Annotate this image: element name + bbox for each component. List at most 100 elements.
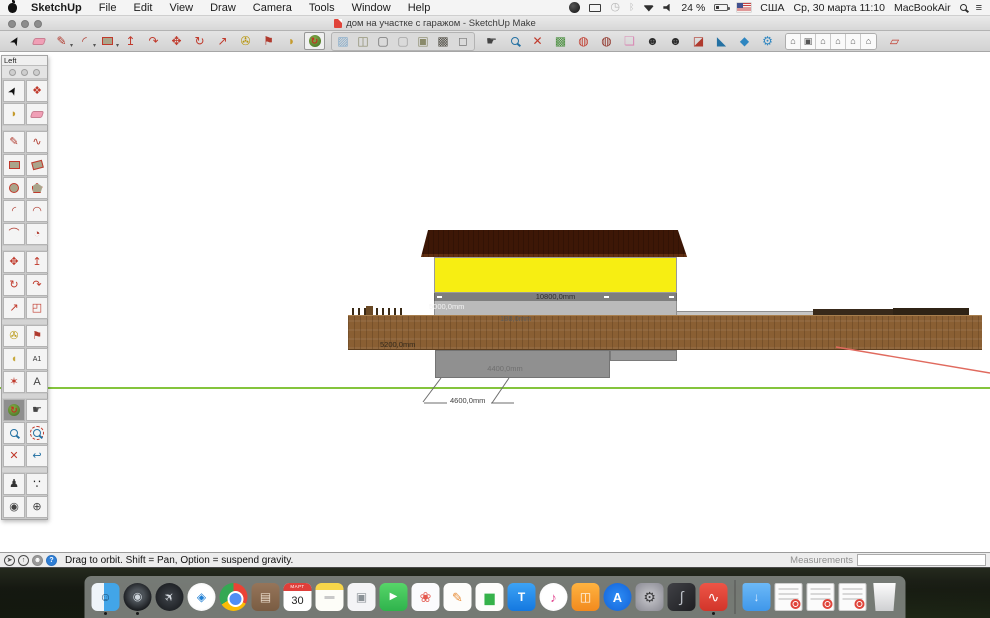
tool-paint-bucket[interactable]: ◗ — [3, 103, 25, 125]
shaded-tool-icon[interactable]: ▣ — [413, 32, 433, 50]
warehouse-share-tool-icon[interactable]: ◍ — [596, 32, 617, 50]
dock-item-skp-file-3[interactable] — [838, 578, 868, 616]
dock-item-contacts[interactable]: ▤ — [251, 578, 281, 616]
dropdown-caret-icon[interactable]: ▾ — [70, 43, 73, 49]
device-name[interactable]: MacBookAir — [894, 2, 951, 14]
palette-zoom-button[interactable] — [33, 69, 40, 76]
move-tool-icon[interactable]: ✥ — [166, 32, 187, 50]
iso-view-button[interactable]: ⌂ — [786, 34, 801, 49]
dock-item-sketchup[interactable]: ∿ — [699, 578, 729, 616]
eraser-tool-icon[interactable] — [28, 32, 49, 50]
tool-zoom-window[interactable] — [26, 422, 48, 444]
dock-item-pages[interactable]: ✎ — [443, 578, 473, 616]
dock-item-calendar[interactable]: МАРТ30 — [283, 578, 313, 616]
dock-item-trash[interactable] — [870, 578, 900, 616]
line-tool-icon[interactable]: ✎▾ — [51, 32, 72, 50]
tool-dimension[interactable]: ⚑ — [26, 325, 48, 347]
dimension-tool-icon[interactable]: ⚑ — [258, 32, 279, 50]
help-status-icon[interactable]: ? — [46, 555, 57, 566]
dock-item-skp-file-1[interactable] — [774, 578, 804, 616]
account-status-icon[interactable]: ☻ — [32, 555, 43, 566]
tool-turn[interactable]: ⊕ — [26, 496, 48, 518]
flag-icon[interactable] — [737, 3, 751, 12]
tool-arc[interactable]: ◜ — [3, 200, 25, 222]
tool-freehand[interactable]: ∿ — [26, 131, 48, 153]
dock-item-launchpad[interactable]: ✈ — [155, 578, 185, 616]
tool-axes[interactable]: ✶ — [3, 371, 25, 393]
scale-tool-icon[interactable]: ↗ — [212, 32, 233, 50]
rotate-tool-icon[interactable]: ↻ — [189, 32, 210, 50]
window-title-bar[interactable]: дом на участке с гаражом - SketchUp Make — [0, 16, 990, 31]
dock-item-photos[interactable]: ❀ — [411, 578, 441, 616]
component-options-tool-icon[interactable]: ◪ — [688, 32, 709, 50]
dock-item-utilities-app[interactable]: ▣ — [347, 578, 377, 616]
add-location-tool-icon[interactable]: ▩ — [550, 32, 571, 50]
menu-edit[interactable]: Edit — [133, 2, 152, 14]
right-view-button[interactable]: ⌂ — [831, 34, 846, 49]
battery-icon[interactable] — [714, 4, 728, 11]
dock-item-skp-file-2[interactable] — [806, 578, 836, 616]
volume-icon[interactable] — [663, 4, 672, 12]
dock-item-app-store[interactable]: A — [603, 578, 633, 616]
tool-scale[interactable]: ↗ — [3, 297, 25, 319]
components-tool-icon[interactable]: ◆ — [734, 32, 755, 50]
menu-window[interactable]: Window — [352, 2, 391, 14]
hidden-line-tool-icon[interactable]: ▢ — [393, 32, 413, 50]
tool-select[interactable]: ➤ — [3, 80, 25, 102]
dock-item-chrome[interactable] — [219, 578, 249, 616]
tool-circle[interactable] — [3, 177, 25, 199]
model-foundation-step[interactable] — [610, 350, 677, 361]
front-view-button[interactable]: ⌂ — [816, 34, 831, 49]
push-pull-tool-icon[interactable]: ↥ — [120, 32, 141, 50]
tool-pan[interactable]: ☛ — [26, 399, 48, 421]
dock-item-itunes[interactable]: ♪ — [539, 578, 569, 616]
rectangle-tool-icon[interactable]: ▾ — [97, 32, 118, 50]
dock-item-system-preferences[interactable]: ⚙ — [635, 578, 665, 616]
clock-icon[interactable]: ◷ — [610, 2, 620, 13]
tape-measure-tool-icon[interactable]: ✇ — [235, 32, 256, 50]
tool-rotate[interactable]: ↻ — [3, 274, 25, 296]
tool-position-camera[interactable]: ♟ — [3, 473, 25, 495]
dock-item-game-app[interactable]: ◉ — [123, 578, 153, 616]
tool-walk[interactable]: ∵ — [26, 473, 48, 495]
tool-offset[interactable]: ◰ — [26, 297, 48, 319]
tool-move[interactable]: ✥ — [3, 251, 25, 273]
display-icon[interactable] — [589, 4, 601, 12]
tool-push-pull[interactable]: ↥ — [26, 251, 48, 273]
zoom-tool-icon[interactable] — [504, 32, 525, 50]
tool-text[interactable]: A1 — [26, 348, 48, 370]
dropdown-caret-icon[interactable]: ▾ — [93, 43, 96, 49]
tool-zoom-extents[interactable]: ✕ — [3, 445, 25, 467]
swirl-icon[interactable] — [569, 2, 580, 13]
list-icon[interactable]: ≡ — [976, 2, 982, 14]
dropdown-caret-icon[interactable]: ▾ — [116, 43, 119, 49]
left-view-button[interactable]: ⌂ — [861, 34, 876, 49]
add-people-tool-icon[interactable]: ☻ — [642, 32, 663, 50]
x-ray-tool-icon[interactable]: ▨ — [333, 32, 353, 50]
model-roof[interactable] — [418, 230, 689, 257]
dock-item-notes[interactable]: ▬ — [315, 578, 345, 616]
palette-title[interactable]: Left — [2, 56, 47, 66]
tool-protractor[interactable]: ◖ — [3, 348, 25, 370]
zoom-extents-tool-icon[interactable]: ✕ — [527, 32, 548, 50]
back-view-button[interactable]: ⌂ — [846, 34, 861, 49]
apple-menu-icon[interactable] — [8, 3, 17, 13]
menu-file[interactable]: File — [99, 2, 117, 14]
menu-tools[interactable]: Tools — [309, 2, 335, 14]
dock-item-downloads-folder[interactable]: ↓ — [742, 578, 772, 616]
claim-status-icon[interactable]: ↑ — [18, 555, 29, 566]
tool-rectangle[interactable] — [3, 154, 25, 176]
measurements-input[interactable] — [857, 554, 986, 566]
model-ground-plane[interactable] — [348, 315, 982, 350]
tool-zoom[interactable] — [3, 422, 25, 444]
get-models-tool-icon[interactable]: ◍ — [573, 32, 594, 50]
tool-3d-text[interactable]: A — [26, 371, 48, 393]
model-wall-yellow[interactable] — [434, 257, 677, 293]
palette-minimize-button[interactable] — [21, 69, 28, 76]
monochrome-tool-icon[interactable]: ◻ — [453, 32, 473, 50]
tool-tape-measure[interactable]: ✇ — [3, 325, 25, 347]
tool-rotated-rectangle[interactable] — [26, 154, 48, 176]
orbit-tool-icon[interactable] — [304, 32, 325, 50]
dock-item-finder[interactable]: ☺ — [91, 578, 121, 616]
menu-view[interactable]: View — [169, 2, 193, 14]
